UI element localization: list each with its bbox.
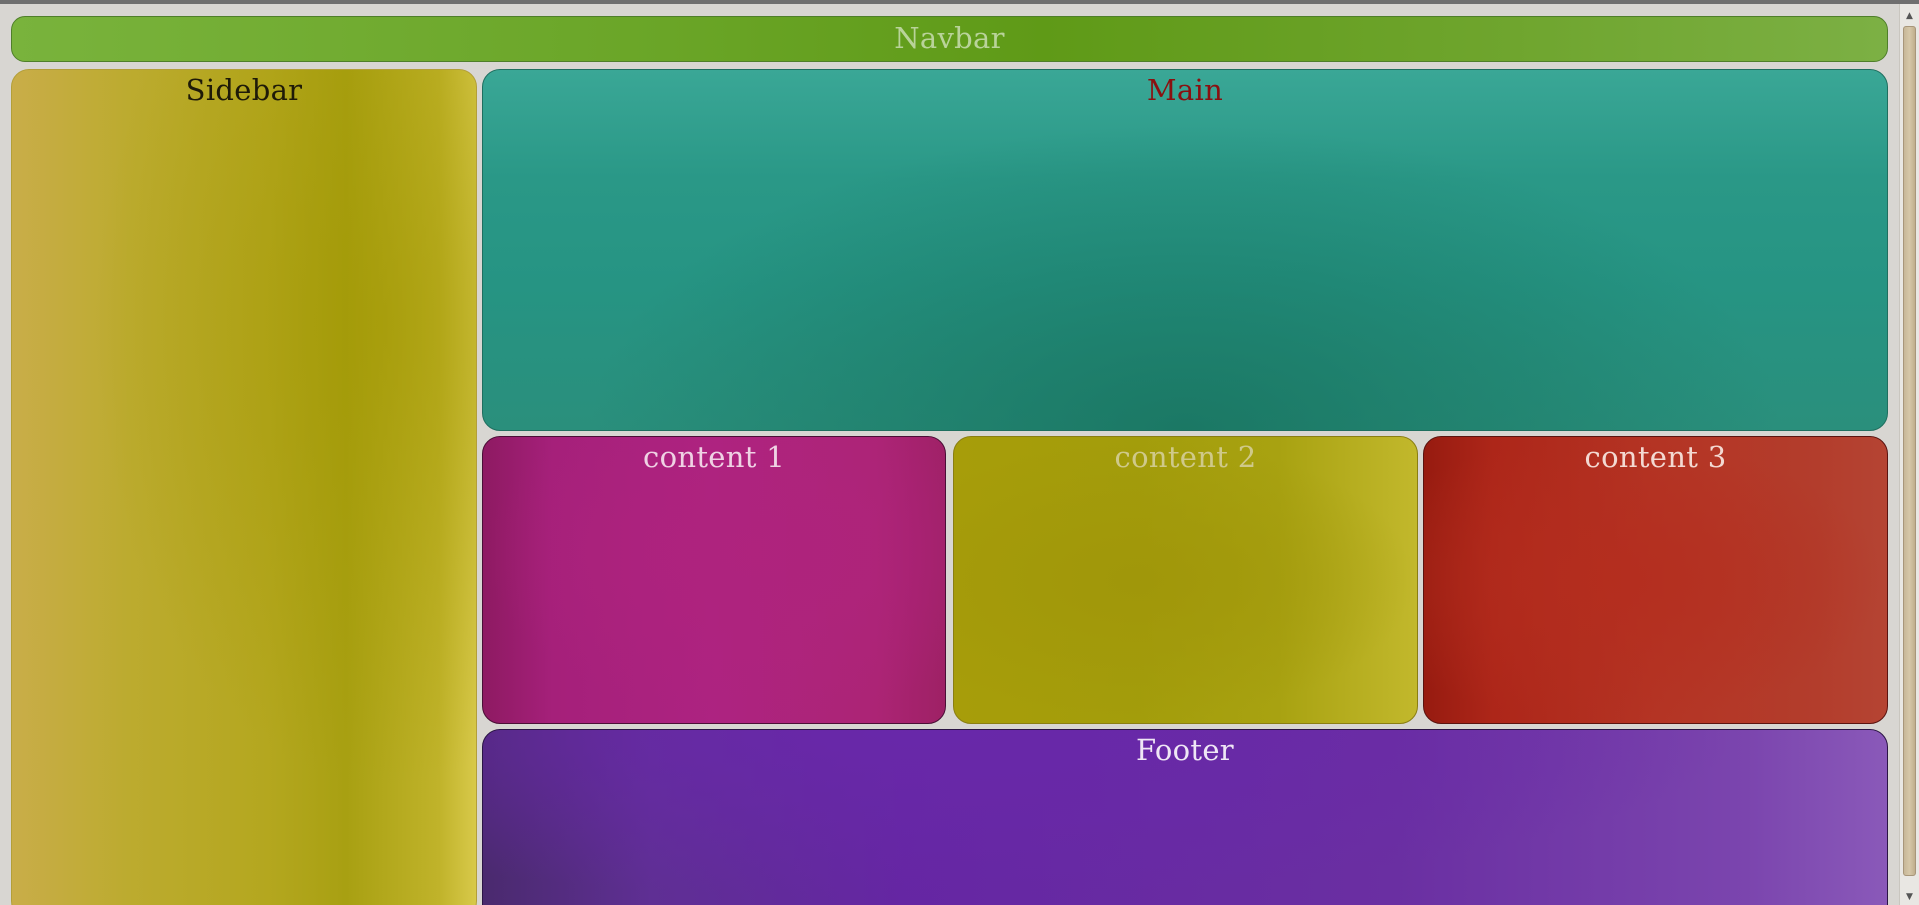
- scroll-down-arrow-icon[interactable]: ▼: [1900, 889, 1919, 905]
- main-panel: Main: [482, 69, 1888, 431]
- navbar-label: Navbar: [894, 21, 1005, 55]
- scroll-up-arrow-icon[interactable]: ▲: [1900, 8, 1919, 24]
- content-3-label: content 3: [1584, 440, 1727, 474]
- vertical-scrollbar[interactable]: ▲ ▼: [1899, 4, 1919, 905]
- sidebar: Sidebar: [11, 69, 477, 905]
- sidebar-label: Sidebar: [185, 73, 303, 107]
- content-1-panel: content 1: [482, 436, 946, 724]
- content-1-label: content 1: [643, 440, 785, 474]
- footer-label: Footer: [1136, 733, 1234, 767]
- main-label: Main: [1146, 73, 1224, 107]
- scrollbar-thumb[interactable]: [1903, 26, 1916, 876]
- content-2-panel: content 2: [953, 436, 1418, 724]
- content-2-label: content 2: [1114, 440, 1257, 474]
- content-3-panel: content 3: [1423, 436, 1888, 724]
- navbar: Navbar: [11, 16, 1888, 62]
- footer: Footer: [482, 729, 1888, 905]
- page: Navbar Sidebar Main content 1 content 2 …: [0, 0, 1919, 905]
